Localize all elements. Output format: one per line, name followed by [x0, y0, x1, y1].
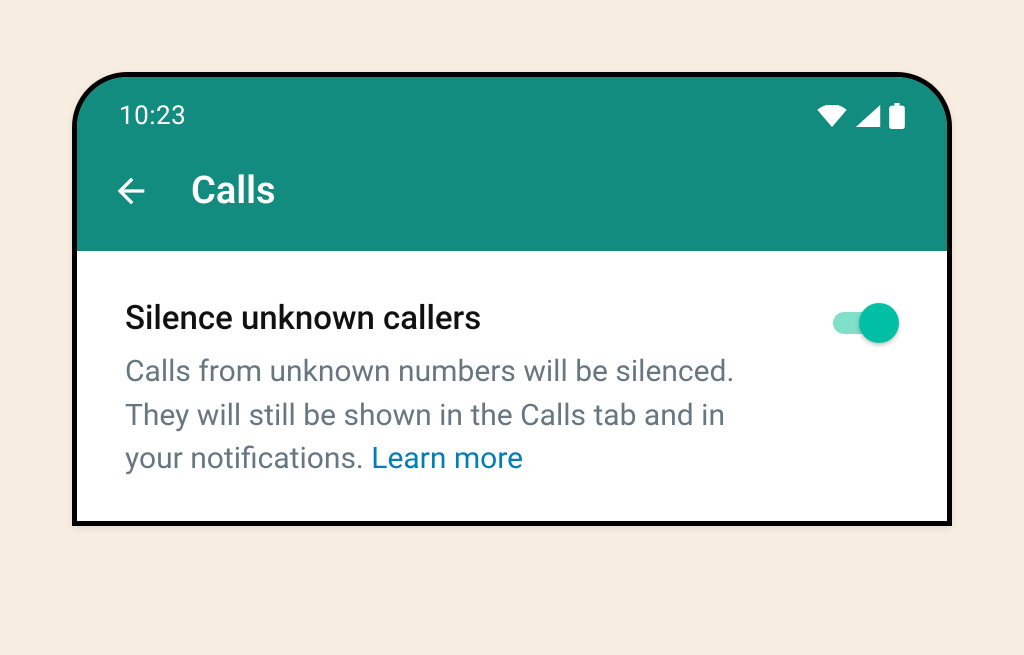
status-bar: 10:23 [77, 77, 947, 139]
signal-icon [855, 105, 881, 127]
back-arrow-icon [111, 171, 151, 211]
status-icons [817, 103, 905, 129]
battery-icon [889, 103, 905, 129]
silence-unknown-callers-setting: Silence unknown callers Calls from unkno… [125, 299, 899, 481]
status-time: 10:23 [119, 101, 186, 131]
back-button[interactable] [107, 167, 155, 215]
app-bar: Calls [77, 139, 947, 251]
settings-content: Silence unknown callers Calls from unkno… [77, 251, 947, 521]
setting-title: Silence unknown callers [125, 299, 765, 338]
setting-text-block: Silence unknown callers Calls from unkno… [125, 299, 765, 481]
silence-unknown-callers-toggle[interactable] [833, 303, 899, 343]
toggle-knob [859, 303, 899, 343]
phone-frame: 10:23 Calls [72, 72, 952, 526]
learn-more-link[interactable]: Learn more [371, 441, 523, 476]
page-title: Calls [191, 169, 276, 213]
setting-description: Calls from unknown numbers will be silen… [125, 350, 765, 481]
header-area: 10:23 Calls [77, 77, 947, 251]
wifi-icon [817, 105, 847, 127]
